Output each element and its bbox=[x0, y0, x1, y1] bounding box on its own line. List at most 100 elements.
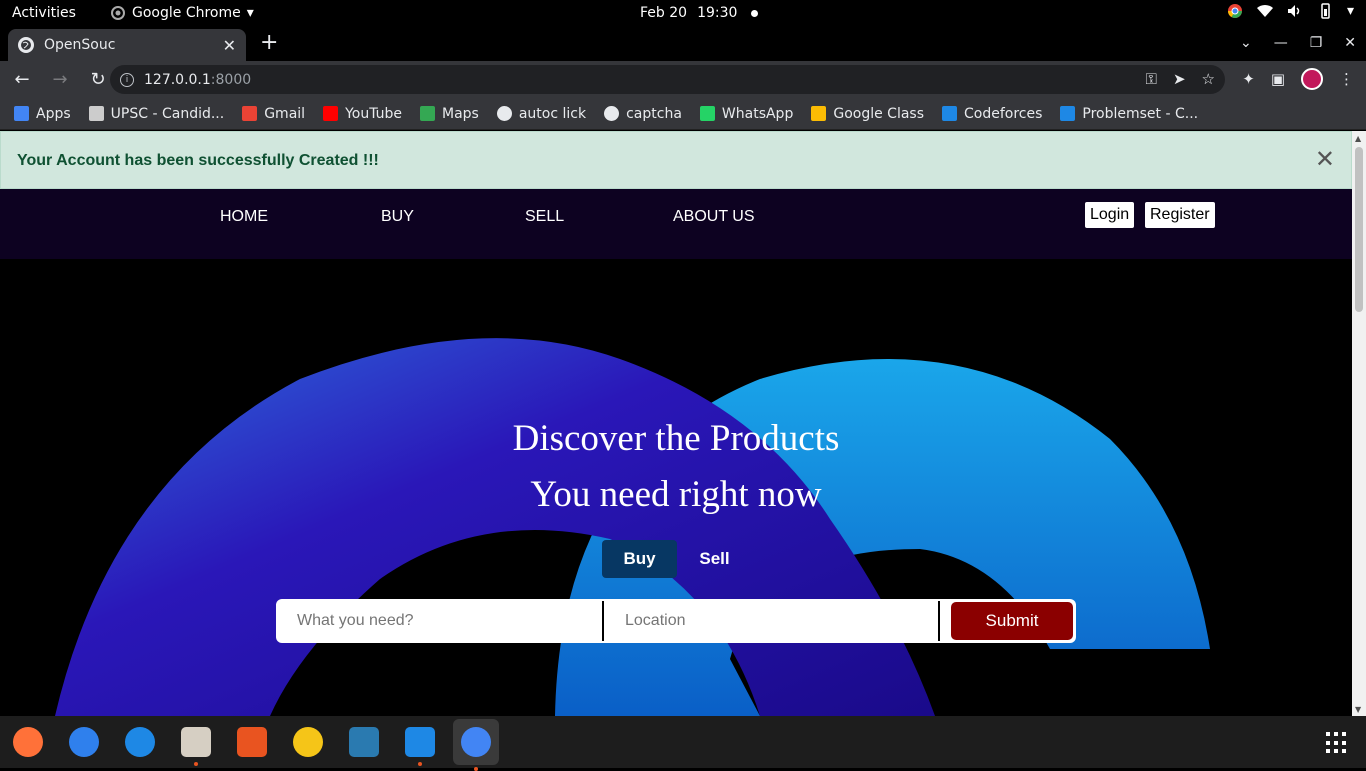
bookmark-label: YouTube bbox=[345, 105, 402, 122]
system-menu-caret-icon[interactable]: ▾ bbox=[1347, 3, 1354, 19]
bookmark-item[interactable]: WhatsApp bbox=[699, 105, 794, 122]
codeforces-icon bbox=[942, 106, 957, 121]
send-icon[interactable]: ➤ bbox=[1173, 70, 1186, 88]
clock[interactable]: Feb 20 19:30 bbox=[640, 5, 759, 21]
scrollbar-thumb[interactable] bbox=[1355, 147, 1363, 312]
page-viewport: Your Account has been successfully Creat… bbox=[0, 131, 1352, 716]
site-info-icon[interactable]: i bbox=[120, 72, 134, 87]
buy-sell-toggle: Buy Sell bbox=[602, 540, 752, 578]
scroll-down-arrow-icon[interactable]: ▼ bbox=[1355, 705, 1361, 714]
bookmark-item[interactable]: Google Class bbox=[811, 106, 924, 122]
key-icon[interactable]: ⚿ bbox=[1146, 70, 1157, 88]
bookmark-label: Gmail bbox=[264, 105, 306, 122]
maps-icon bbox=[420, 106, 435, 121]
software-center-icon[interactable] bbox=[234, 724, 270, 760]
toggle-buy-option[interactable]: Buy bbox=[602, 540, 677, 578]
restore-icon[interactable]: ❐ bbox=[1310, 35, 1323, 51]
tab-opensouc[interactable]: OpenSouc ✕ bbox=[8, 29, 246, 61]
side-panel-icon[interactable]: ▣ bbox=[1271, 70, 1285, 88]
bookmark-label: WhatsApp bbox=[721, 105, 794, 122]
bookmark-item[interactable]: Gmail bbox=[242, 106, 305, 122]
codeforces-icon bbox=[1060, 106, 1076, 121]
chrome-icon[interactable] bbox=[453, 719, 499, 771]
alert-close-icon[interactable]: ✕ bbox=[1315, 148, 1335, 172]
minimize-icon[interactable]: — bbox=[1274, 35, 1288, 51]
bookmark-label: UPSC - Candid... bbox=[110, 105, 225, 122]
nav-buy-link[interactable]: BUY bbox=[381, 208, 414, 226]
alert-message: Your Account has been successfully Creat… bbox=[17, 152, 379, 169]
bookmark-item[interactable]: Problemset - C... bbox=[1060, 106, 1198, 122]
tab-title: OpenSouc bbox=[44, 37, 116, 53]
app-menu[interactable]: Google Chrome ▾ bbox=[110, 5, 254, 21]
nav-about-link[interactable]: ABOUT US bbox=[673, 208, 755, 226]
login-button[interactable]: Login bbox=[1085, 202, 1135, 228]
bookmark-star-icon[interactable]: ☆ bbox=[1202, 70, 1215, 88]
bookmark-label: Problemset - C... bbox=[1082, 105, 1199, 122]
nav-sell-link[interactable]: SELL bbox=[525, 208, 564, 226]
bookmarks-bar: Apps UPSC - Candid... Gmail YouTube Maps auto… bbox=[0, 98, 1366, 130]
bookmark-item[interactable]: Maps bbox=[420, 106, 479, 122]
apps-grid-icon bbox=[14, 106, 29, 121]
tab-search-chevron-icon[interactable]: ⌄ bbox=[1240, 35, 1252, 51]
location-input[interactable] bbox=[604, 599, 938, 643]
globe-icon bbox=[604, 106, 620, 121]
what-you-need-input[interactable] bbox=[276, 599, 602, 643]
thunderbird-icon[interactable] bbox=[66, 724, 102, 760]
vscode-icon[interactable] bbox=[402, 724, 438, 766]
window-close-icon[interactable]: ✕ bbox=[1344, 35, 1356, 51]
register-button[interactable]: Register bbox=[1145, 202, 1215, 228]
youtube-icon bbox=[323, 106, 339, 121]
back-arrow-icon[interactable]: ← bbox=[6, 69, 38, 90]
firefox-icon[interactable] bbox=[10, 724, 46, 760]
extensions-puzzle-icon[interactable]: ✦ bbox=[1242, 70, 1255, 88]
hero-headline-line1: Discover the Products bbox=[512, 418, 840, 459]
profile-avatar[interactable] bbox=[1301, 68, 1323, 90]
url-host: 127.0.0.1 bbox=[144, 71, 211, 88]
classroom-icon bbox=[811, 106, 827, 121]
url-port: :8000 bbox=[210, 71, 252, 88]
bookmark-item[interactable]: YouTube bbox=[323, 106, 402, 122]
nav-home-link[interactable]: HOME bbox=[220, 208, 268, 226]
globe-icon bbox=[496, 106, 512, 121]
window-controls: ⌄ — ❐ ✕ bbox=[1240, 35, 1356, 51]
bookmark-item[interactable]: Codeforces bbox=[942, 106, 1042, 122]
scroll-up-arrow-icon[interactable]: ▲ bbox=[1355, 134, 1361, 143]
bookmark-item[interactable]: autoc lick bbox=[496, 105, 587, 122]
success-alert: Your Account has been successfully Creat… bbox=[0, 131, 1352, 189]
files-icon[interactable] bbox=[178, 724, 214, 766]
bookmark-item[interactable]: captcha bbox=[604, 106, 682, 122]
forward-arrow-icon[interactable]: → bbox=[44, 69, 76, 90]
rhythmbox-icon[interactable] bbox=[290, 724, 326, 760]
hero-headline-line2: You need right now bbox=[530, 474, 822, 515]
address-bar[interactable]: i 127.0.0.1 :8000 ⚿ ➤ ☆ bbox=[110, 65, 1225, 94]
bookmark-label: Codeforces bbox=[964, 105, 1043, 122]
activities-button[interactable]: Activities bbox=[12, 5, 76, 21]
hero-section: Discover the Products You need right now… bbox=[0, 259, 1352, 716]
toggle-sell-option[interactable]: Sell bbox=[677, 540, 752, 578]
volume-icon bbox=[1287, 3, 1303, 19]
bookmark-item[interactable]: Apps bbox=[14, 106, 71, 122]
whatsapp-icon bbox=[699, 106, 715, 121]
bookmark-label: Apps bbox=[36, 105, 71, 122]
tab-close-icon[interactable]: ✕ bbox=[223, 36, 236, 55]
clock-date: Feb 20 bbox=[640, 5, 688, 21]
notification-dot-icon bbox=[751, 9, 759, 17]
tab-strip: OpenSouc ✕ + ⌄ — ❐ ✕ bbox=[0, 27, 1366, 61]
clock-time: 19:30 bbox=[697, 5, 738, 21]
bookmark-label: autoc lick bbox=[518, 105, 587, 122]
search-divider bbox=[938, 601, 940, 641]
help-icon[interactable] bbox=[122, 724, 158, 760]
page-scrollbar[interactable]: ▲ ▼ bbox=[1352, 131, 1366, 716]
gmail-icon bbox=[242, 106, 258, 121]
submit-button[interactable]: Submit bbox=[951, 602, 1073, 640]
chrome-menu-icon[interactable]: ⋮ bbox=[1339, 70, 1354, 88]
new-tab-icon[interactable]: + bbox=[260, 32, 278, 54]
upsc-icon bbox=[88, 106, 104, 121]
bookmark-item[interactable]: UPSC - Candid... bbox=[88, 105, 225, 122]
chrome-tray-icon[interactable] bbox=[1227, 3, 1243, 19]
browser-toolbar: ← → ↻ i 127.0.0.1 :8000 ⚿ ➤ ☆ ✦ ▣ ⋮ bbox=[0, 61, 1366, 98]
system-tray[interactable]: ▾ bbox=[1227, 3, 1354, 19]
app-menu-label: Google Chrome bbox=[132, 5, 241, 21]
show-applications-icon[interactable] bbox=[1326, 732, 1348, 754]
libreoffice-writer-icon[interactable] bbox=[346, 724, 382, 760]
